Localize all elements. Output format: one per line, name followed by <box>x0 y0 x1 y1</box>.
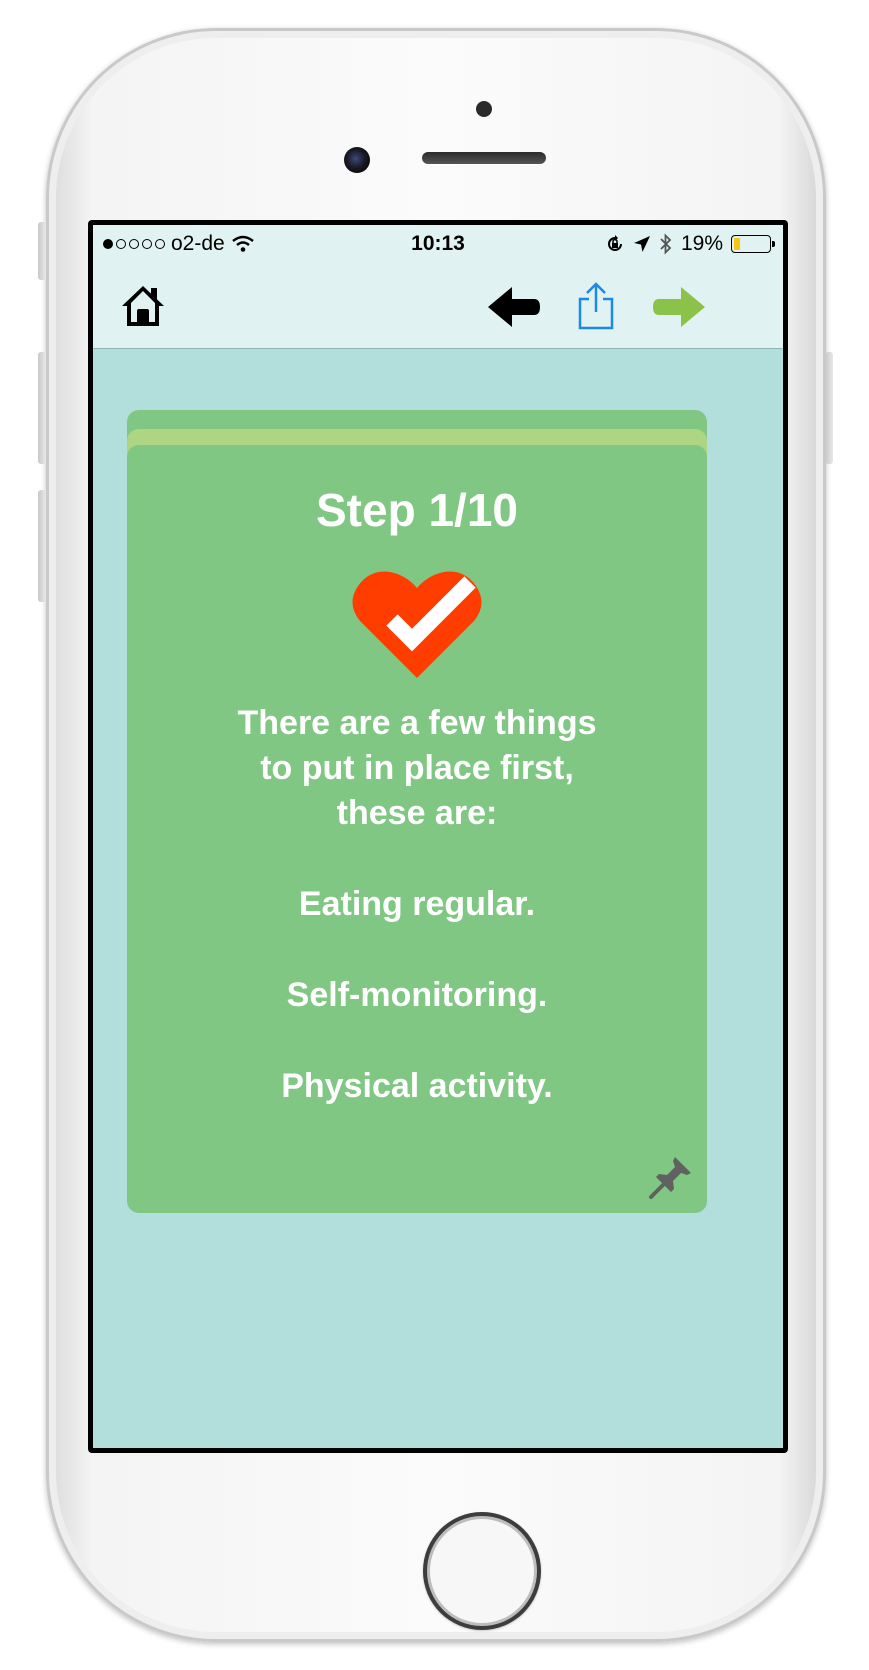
earpiece-speaker <box>422 152 546 164</box>
battery-icon <box>731 235 775 253</box>
list-item-eating: Eating regular. <box>298 885 536 923</box>
home-icon[interactable] <box>120 283 166 329</box>
toolbar <box>93 265 783 349</box>
screen: o2-de 10:13 19% Step 1/10 There are a fe… <box>88 220 788 1453</box>
pin-icon[interactable] <box>649 1155 693 1199</box>
proximity-sensor <box>476 101 492 117</box>
forward-arrow-icon[interactable] <box>651 285 707 329</box>
battery-level <box>734 238 740 250</box>
rotation-lock-icon <box>608 235 622 251</box>
intro-line: these are: <box>336 794 498 832</box>
step-description: There are a few things to put in place f… <box>127 701 707 1109</box>
heart-check-icon <box>352 571 482 678</box>
intro-line: to put in place first, <box>260 749 574 787</box>
step-title: Step 1/10 <box>316 484 518 536</box>
hardware-home-button[interactable] <box>423 1512 541 1630</box>
share-icon[interactable] <box>577 281 615 331</box>
battery-percent: 19% <box>680 232 723 255</box>
location-arrow-icon <box>633 236 650 252</box>
status-bar: o2-de 10:13 19% <box>93 225 783 265</box>
front-camera <box>344 147 370 173</box>
power-button <box>825 352 833 464</box>
mute-switch <box>38 222 46 280</box>
volume-down-button <box>38 490 46 602</box>
list-item-physical-activity: Physical activity. <box>281 1067 553 1105</box>
app-screen: o2-de 10:13 19% Step 1/10 There are a fe… <box>93 225 783 1448</box>
back-arrow-icon[interactable] <box>486 285 542 329</box>
status-indicators: 19% <box>605 232 775 256</box>
list-item-self-monitoring: Self-monitoring. <box>286 976 548 1014</box>
volume-up-button <box>38 352 46 464</box>
bluetooth-icon <box>660 233 672 255</box>
step-card[interactable]: Step 1/10 There are a few things to put … <box>127 445 707 1213</box>
intro-line: There are a few things <box>237 704 597 742</box>
step-card-stack: Step 1/10 There are a few things to put … <box>127 410 707 1213</box>
